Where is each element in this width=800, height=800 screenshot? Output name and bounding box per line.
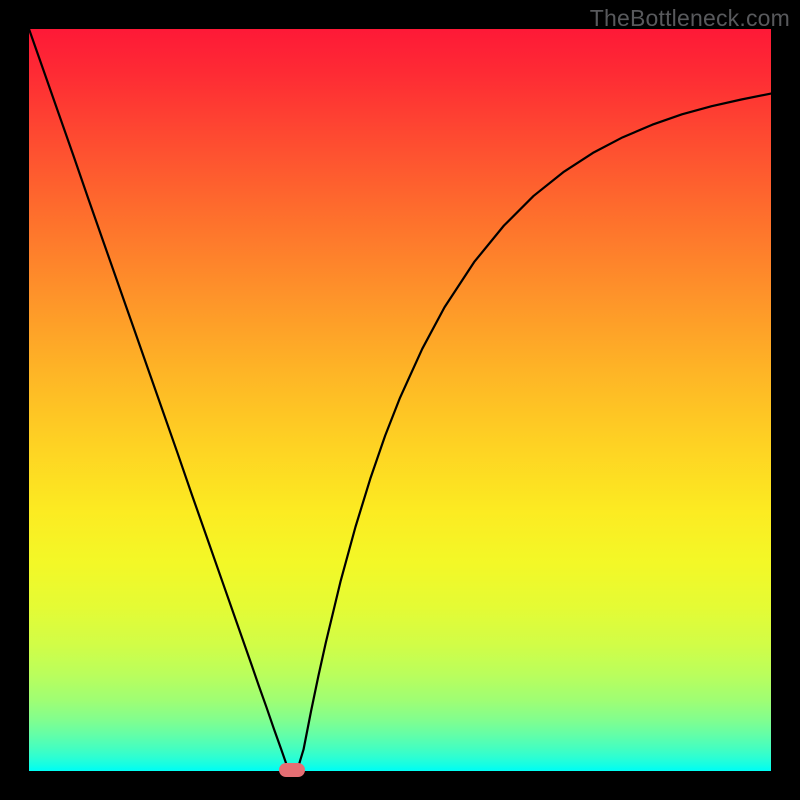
watermark-text: TheBottleneck.com bbox=[590, 5, 790, 32]
plot-area bbox=[29, 29, 771, 771]
chart-frame: TheBottleneck.com bbox=[0, 0, 800, 800]
minimum-marker bbox=[279, 763, 305, 777]
bottleneck-curve bbox=[29, 29, 771, 771]
